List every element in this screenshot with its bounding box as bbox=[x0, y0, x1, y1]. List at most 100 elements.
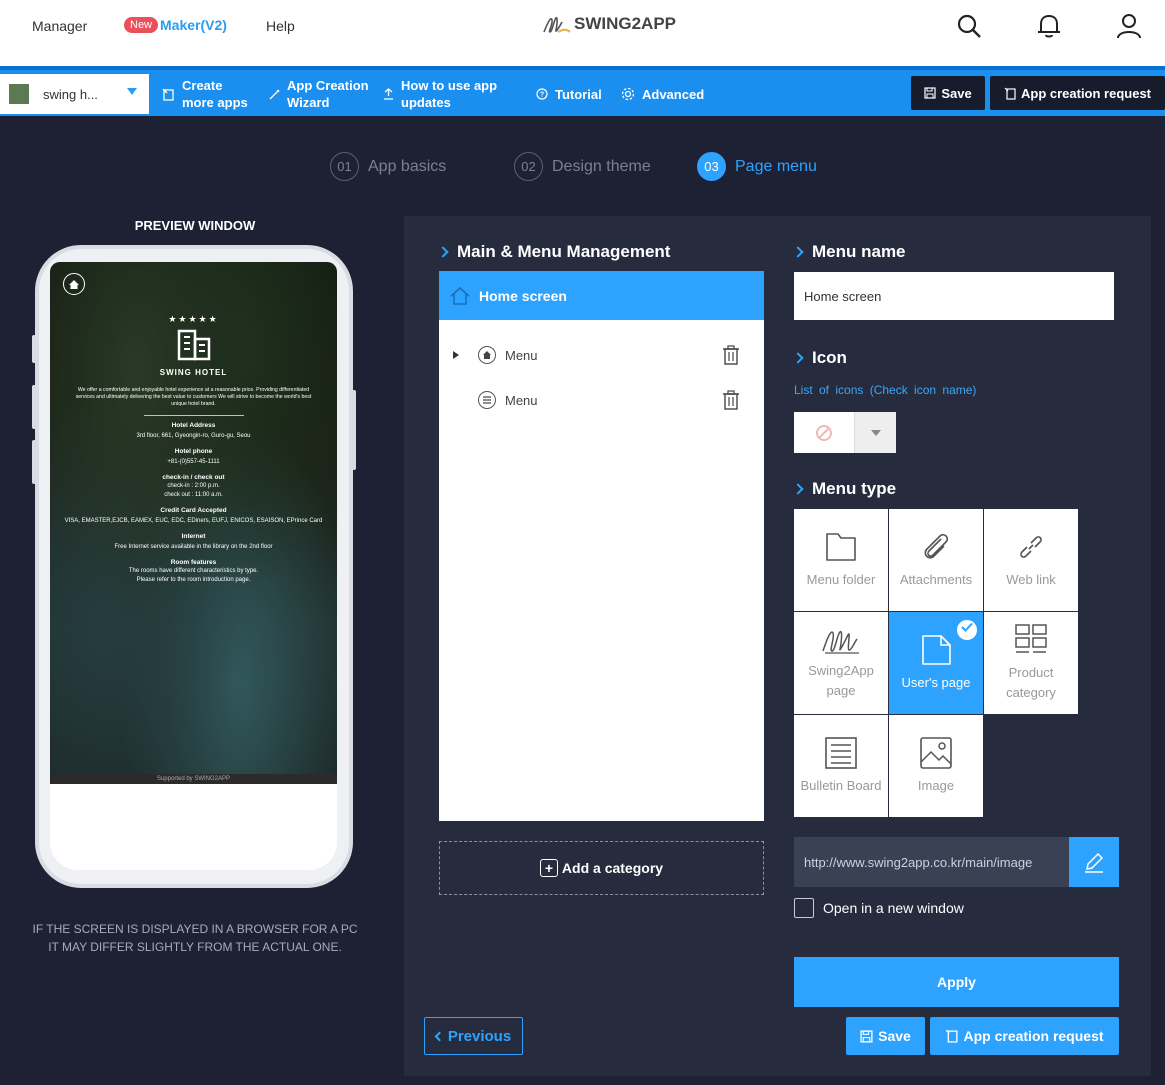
trash-icon[interactable] bbox=[722, 345, 740, 365]
tutorial-label: Tutorial bbox=[555, 86, 602, 102]
menu-item-home[interactable]: Home screen bbox=[439, 271, 764, 320]
svg-text:?: ? bbox=[540, 92, 544, 99]
gear-icon bbox=[621, 87, 635, 101]
toolbar-save-button[interactable]: Save bbox=[911, 76, 985, 110]
edit-url-button[interactable] bbox=[1069, 837, 1119, 887]
hotel-name: SWING HOTEL bbox=[159, 368, 228, 377]
type-menu-folder[interactable]: Menu folder bbox=[794, 509, 888, 611]
menu-item[interactable]: Menu bbox=[439, 385, 764, 415]
url-field[interactable]: http://www.swing2app.co.kr/main/image bbox=[794, 837, 1069, 887]
chevron-right-icon bbox=[792, 246, 804, 258]
type-bulletin-board[interactable]: Bulletin Board bbox=[794, 715, 888, 817]
menu-name-input[interactable] bbox=[794, 272, 1114, 320]
add-category-label: Add a category bbox=[561, 860, 664, 876]
icon-list-link[interactable]: List of icons (Check icon name) bbox=[794, 383, 976, 397]
type-product-category[interactable]: Product category bbox=[984, 612, 1078, 714]
address-value: 3rd floor, 661, Gyeongin-ro, Guro-gu, Se… bbox=[136, 433, 251, 439]
open-new-window-option[interactable]: Open in a new window bbox=[794, 898, 964, 918]
nav-manager[interactable]: Manager bbox=[32, 18, 87, 34]
toolbar-save-label: Save bbox=[941, 85, 972, 101]
advanced-label: Advanced bbox=[642, 86, 705, 102]
bell-icon[interactable] bbox=[1035, 12, 1063, 40]
hotel-info: ★★★★★ SWING HOTEL We offer a comfortable… bbox=[50, 314, 337, 585]
nav-help[interactable]: Help bbox=[266, 18, 295, 34]
phone-screen[interactable]: ★★★★★ SWING HOTEL We offer a comfortable… bbox=[50, 262, 337, 870]
type-label: User's page bbox=[901, 675, 971, 690]
apply-button[interactable]: Apply bbox=[794, 957, 1119, 1007]
preview-window-title: PREVIEW WINDOW bbox=[134, 218, 256, 233]
home-outline-icon bbox=[450, 286, 470, 305]
user-icon[interactable] bbox=[1115, 12, 1143, 40]
previous-button[interactable]: Previous bbox=[424, 1017, 523, 1055]
logo-icon bbox=[543, 16, 571, 33]
step-app-basics[interactable]: 01 App basics bbox=[330, 152, 446, 181]
type-label: Web link bbox=[1006, 572, 1056, 587]
screen-footer: Supported by SWING2APP bbox=[50, 774, 337, 784]
pencil-icon bbox=[1085, 852, 1104, 873]
type-image[interactable]: Image bbox=[889, 715, 983, 817]
how-to-use-link[interactable]: How to use app updates bbox=[383, 74, 497, 114]
logo-text: SWING2APP bbox=[574, 14, 677, 33]
trash-icon[interactable] bbox=[722, 390, 740, 410]
no-icon-preview bbox=[794, 412, 855, 453]
chevron-left-icon bbox=[434, 1031, 445, 1041]
card-value: VISA, EMASTER,EJCB, EAMEX, EUC, EDC, EDi… bbox=[64, 518, 323, 524]
save-button[interactable]: Save bbox=[846, 1017, 925, 1055]
type-web-link[interactable]: Web link bbox=[984, 509, 1078, 611]
nav-maker[interactable]: New Maker(V2) bbox=[124, 17, 227, 33]
card-title: Credit Card Accepted bbox=[160, 507, 227, 514]
chevron-right-icon bbox=[437, 246, 449, 258]
step-label: Design theme bbox=[552, 157, 651, 175]
type-users-page[interactable]: User's page bbox=[889, 612, 983, 714]
app-creation-request-button[interactable]: App creation request bbox=[930, 1017, 1119, 1055]
swing2app-icon bbox=[822, 630, 859, 654]
phone-value: +81-(0)557-45-1111 bbox=[167, 459, 220, 465]
expand-arrow-icon[interactable] bbox=[453, 351, 459, 359]
menu-item-label: Menu bbox=[505, 347, 538, 363]
type-attachments[interactable]: Attachments bbox=[889, 509, 983, 611]
icon-section-title: Icon bbox=[792, 348, 847, 368]
open-new-window-checkbox[interactable] bbox=[794, 898, 814, 918]
type-label: Menu folder bbox=[806, 572, 876, 587]
app-creation-wizard-link[interactable]: App Creation Wizard bbox=[269, 74, 369, 114]
menu-item-label: Menu bbox=[505, 392, 538, 408]
icon-picker-dropdown[interactable] bbox=[794, 412, 896, 453]
page-icon bbox=[922, 635, 951, 665]
folder-icon bbox=[826, 533, 856, 561]
swing2app-logo[interactable]: SWING2APP bbox=[542, 12, 676, 36]
chevron-right-icon bbox=[792, 352, 804, 364]
menu-item[interactable]: Menu bbox=[439, 340, 764, 370]
step-design-theme[interactable]: 02 Design theme bbox=[514, 152, 651, 181]
prohibited-icon bbox=[816, 424, 832, 441]
add-category-button[interactable]: + Add a category bbox=[439, 841, 764, 895]
create-more-line2: more apps bbox=[182, 95, 248, 110]
room-value-2: Please refer to the room introduction pa… bbox=[136, 577, 251, 583]
create-more-line1: Create bbox=[182, 78, 223, 93]
preview-note: IF THE SCREEN IS DISPLAYED IN A BROWSER … bbox=[0, 920, 390, 956]
step-number: 03 bbox=[697, 152, 726, 181]
type-swing2app-page[interactable]: Swing2App page bbox=[794, 612, 888, 714]
menu-name-title: Menu name bbox=[792, 242, 906, 262]
menu-list-icon bbox=[478, 391, 496, 409]
app-selector-dropdown[interactable]: swing h... bbox=[0, 74, 149, 114]
rating-stars: ★★★★★ bbox=[168, 314, 219, 324]
check-in-value: check-in : 2:00 p.m. bbox=[167, 483, 220, 489]
step-page-menu[interactable]: 03 Page menu bbox=[697, 152, 817, 181]
menu-tree: Home screen Menu Menu bbox=[439, 271, 764, 821]
create-more-apps-link[interactable]: Create more apps bbox=[162, 74, 248, 114]
icon-dropdown-toggle[interactable] bbox=[855, 412, 896, 453]
toolbar-request-button[interactable]: App creation request bbox=[990, 76, 1165, 110]
internet-title: Internet bbox=[181, 533, 206, 540]
divider bbox=[143, 415, 244, 416]
tutorial-link[interactable]: ? Tutorial bbox=[536, 74, 602, 114]
room-title: Room features bbox=[170, 559, 217, 566]
nav-maker-label: Maker(V2) bbox=[160, 17, 227, 33]
step-number: 01 bbox=[330, 152, 359, 181]
search-icon[interactable] bbox=[955, 12, 983, 40]
wizard-line1: App Creation bbox=[287, 78, 369, 93]
checkmark-icon bbox=[957, 620, 977, 640]
phone-button bbox=[352, 390, 356, 470]
home-icon[interactable] bbox=[63, 273, 85, 295]
check-title: check-in / check out bbox=[162, 474, 225, 481]
advanced-link[interactable]: Advanced bbox=[621, 74, 704, 114]
